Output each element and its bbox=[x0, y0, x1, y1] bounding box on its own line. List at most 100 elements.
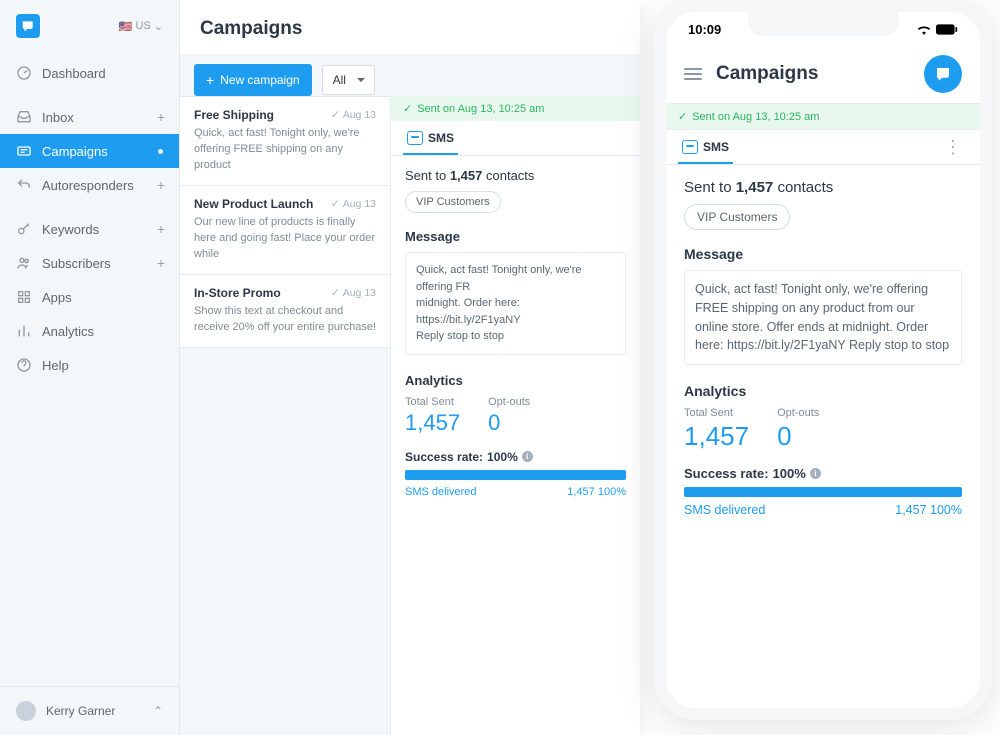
campaign-title: In-Store Promo bbox=[194, 286, 281, 300]
segment-pill[interactable]: VIP Customers bbox=[684, 204, 790, 230]
app-logo-icon bbox=[16, 14, 40, 38]
stat-value: 0 bbox=[777, 421, 819, 452]
plus-icon: + bbox=[206, 72, 214, 88]
phone-time: 10:09 bbox=[688, 22, 721, 37]
content-row: Free Shipping ✓Aug 13 Quick, act fast! T… bbox=[180, 96, 640, 735]
help-icon bbox=[16, 357, 32, 373]
sent-to: Sent to 1,457 contacts bbox=[684, 179, 962, 196]
nav-label: Campaigns bbox=[42, 144, 108, 159]
nav-analytics[interactable]: Analytics bbox=[0, 314, 179, 348]
nav-label: Inbox bbox=[42, 110, 74, 125]
delivered-row: SMS delivered 1,457 100% bbox=[684, 503, 962, 517]
campaign-date: ✓Aug 13 bbox=[331, 287, 376, 299]
progress-fill bbox=[684, 487, 962, 497]
stat-optouts: Opt-outs 0 bbox=[777, 407, 819, 452]
message-label: Message bbox=[684, 246, 962, 262]
phone-title: Campaigns bbox=[716, 63, 910, 85]
nav-label: Apps bbox=[42, 290, 72, 305]
campaign-desc: Show this text at checkout and receive 2… bbox=[194, 304, 376, 336]
phone-detail-body: Sent to 1,457 contacts VIP Customers Mes… bbox=[666, 165, 980, 531]
nav-inbox[interactable]: Inbox + bbox=[0, 100, 179, 134]
sidebar: 🇺🇸 US ⌄ Dashboard Inbox + Campaigns bbox=[0, 0, 180, 735]
channel-tabs: SMS bbox=[391, 121, 640, 156]
dot-icon bbox=[158, 149, 163, 154]
stat-value: 1,457 bbox=[684, 421, 749, 452]
battery-icon bbox=[936, 24, 958, 35]
nav-subscribers[interactable]: Subscribers + bbox=[0, 246, 179, 280]
check-icon: ✓ bbox=[331, 287, 340, 299]
success-rate: Success rate: 100% i bbox=[405, 450, 626, 464]
nav-dashboard[interactable]: Dashboard bbox=[0, 56, 179, 90]
grid-icon bbox=[16, 289, 32, 305]
avatar bbox=[16, 701, 36, 721]
flag-icon: 🇺🇸 bbox=[119, 20, 133, 33]
message-text: Quick, act fast! Tonight only, we're off… bbox=[684, 270, 962, 365]
nav-autoresponders[interactable]: Autoresponders + bbox=[0, 168, 179, 202]
sent-to: Sent to 1,457 contacts bbox=[405, 168, 626, 183]
tab-sms[interactable]: SMS bbox=[403, 121, 458, 155]
campaign-item[interactable]: In-Store Promo ✓Aug 13 Show this text at… bbox=[180, 275, 390, 348]
tab-sms[interactable]: SMS bbox=[678, 130, 733, 164]
stat-value: 0 bbox=[488, 410, 530, 436]
campaign-date: ✓Aug 13 bbox=[331, 109, 376, 121]
segment-pill[interactable]: VIP Customers bbox=[405, 191, 501, 213]
filter-select[interactable]: All bbox=[322, 65, 375, 95]
filter-value: All bbox=[333, 73, 346, 87]
check-icon: ✓ bbox=[403, 102, 412, 115]
phone-notch bbox=[748, 12, 898, 36]
plus-icon: + bbox=[157, 255, 165, 271]
check-icon: ✓ bbox=[331, 109, 340, 121]
nav-help[interactable]: Help bbox=[0, 348, 179, 382]
campaign-title: Free Shipping bbox=[194, 108, 274, 122]
phone-mockup: 10:09 Campaigns ✓ Sent on Aug 13, 10:25 … bbox=[654, 0, 992, 720]
delivered-value: 1,457 100% bbox=[567, 486, 626, 498]
nav-campaigns[interactable]: Campaigns bbox=[0, 134, 179, 168]
locale-selector[interactable]: 🇺🇸 US ⌄ bbox=[119, 20, 163, 33]
check-icon: ✓ bbox=[678, 110, 687, 123]
analytics-label: Analytics bbox=[405, 373, 626, 388]
main: Campaigns + New campaign All Free Shippi… bbox=[180, 0, 640, 735]
locale-label: US bbox=[136, 20, 151, 32]
stat-label: Opt-outs bbox=[488, 396, 530, 408]
chat-fab[interactable] bbox=[924, 55, 962, 93]
nav-label: Autoresponders bbox=[42, 178, 134, 193]
campaign-item[interactable]: Free Shipping ✓Aug 13 Quick, act fast! T… bbox=[180, 97, 390, 186]
key-icon bbox=[16, 221, 32, 237]
kebab-icon[interactable]: ⋮ bbox=[944, 137, 968, 158]
campaign-title: New Product Launch bbox=[194, 197, 313, 211]
campaign-item[interactable]: New Product Launch ✓Aug 13 Our new line … bbox=[180, 186, 390, 275]
nav-label: Dashboard bbox=[42, 66, 106, 81]
main-header: Campaigns bbox=[180, 0, 640, 54]
user-menu[interactable]: Kerry Garner ⌃ bbox=[0, 686, 179, 735]
sent-banner-text: Sent on Aug 13, 10:25 am bbox=[417, 103, 544, 115]
status-icons bbox=[916, 24, 958, 35]
gauge-icon bbox=[16, 65, 32, 81]
success-rate: Success rate: 100% i bbox=[684, 466, 962, 481]
nav-apps[interactable]: Apps bbox=[0, 280, 179, 314]
info-icon[interactable]: i bbox=[522, 451, 533, 462]
desktop-app: 🇺🇸 US ⌄ Dashboard Inbox + Campaigns bbox=[0, 0, 640, 735]
new-campaign-button[interactable]: + New campaign bbox=[194, 64, 312, 96]
delivered-label: SMS delivered bbox=[684, 503, 765, 517]
tab-label: SMS bbox=[703, 140, 729, 154]
nav-keywords[interactable]: Keywords + bbox=[0, 212, 179, 246]
bar-chart-icon bbox=[16, 323, 32, 339]
delivered-row: SMS delivered 1,457 100% bbox=[405, 486, 626, 498]
wifi-icon bbox=[916, 25, 932, 35]
tab-label: SMS bbox=[428, 131, 454, 145]
stat-total-sent: Total Sent 1,457 bbox=[405, 396, 460, 436]
toolbar: + New campaign All bbox=[180, 54, 640, 96]
inbox-icon bbox=[16, 109, 32, 125]
phone-channel-tabs: SMS ⋮ bbox=[666, 130, 980, 165]
plus-icon: + bbox=[157, 177, 165, 193]
stat-label: Total Sent bbox=[684, 407, 749, 419]
sidebar-nav: Dashboard Inbox + Campaigns Autoresponde… bbox=[0, 52, 179, 686]
sent-banner: ✓ Sent on Aug 13, 10:25 am bbox=[391, 96, 640, 121]
chevron-down-icon: ⌄ bbox=[154, 20, 163, 33]
hamburger-icon[interactable] bbox=[684, 68, 702, 80]
stat-label: Total Sent bbox=[405, 396, 460, 408]
info-icon[interactable]: i bbox=[810, 468, 821, 479]
message-label: Message bbox=[405, 229, 626, 244]
nav-label: Keywords bbox=[42, 222, 99, 237]
analytics-label: Analytics bbox=[684, 383, 962, 399]
